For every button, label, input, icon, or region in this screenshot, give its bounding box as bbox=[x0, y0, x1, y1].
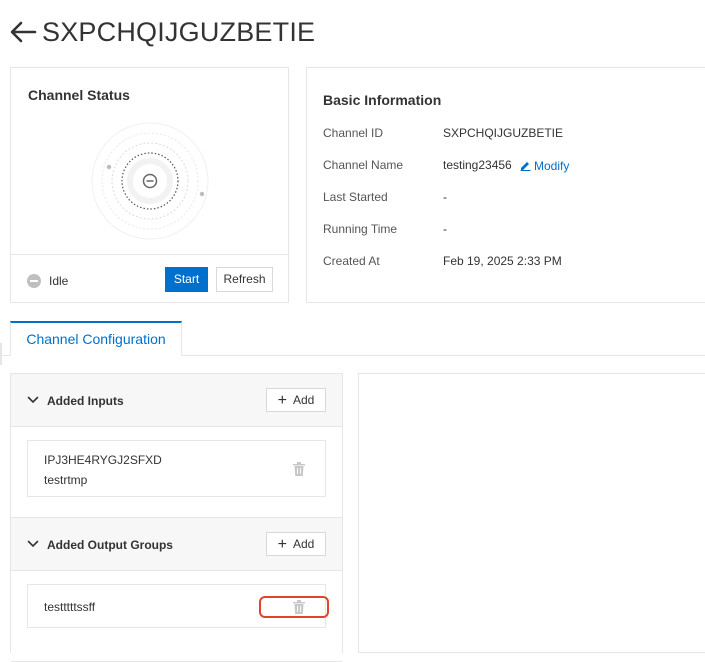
idle-status-icon bbox=[27, 274, 41, 288]
channel-status-card: Channel Status Idle Start Refresh bbox=[10, 67, 289, 303]
basic-info-card: Basic Information Channel ID SXPCHQIJGUZ… bbox=[306, 67, 705, 303]
running-time-value: - bbox=[443, 222, 447, 236]
chevron-down-icon[interactable] bbox=[27, 538, 39, 550]
added-inputs-list: IPJ3HE4RYGJ2SFXD testrtmp bbox=[11, 426, 342, 518]
channel-name-value: testing23456 bbox=[443, 158, 512, 172]
status-label: Idle bbox=[49, 274, 69, 288]
edit-icon bbox=[520, 162, 531, 171]
arrow-left-icon[interactable] bbox=[8, 19, 38, 45]
channel-status-title: Channel Status bbox=[28, 87, 130, 103]
add-output-group-button[interactable]: + Add bbox=[266, 532, 326, 556]
last-started-value: - bbox=[443, 190, 447, 204]
channel-id-label: Channel ID bbox=[323, 126, 384, 140]
plus-icon: + bbox=[277, 392, 287, 409]
running-time-label: Running Time bbox=[323, 222, 398, 236]
input-item: IPJ3HE4RYGJ2SFXD testrtmp bbox=[27, 440, 326, 497]
modify-label: Modify bbox=[534, 159, 570, 173]
created-at-label: Created At bbox=[323, 254, 380, 268]
add-input-button[interactable]: + Add bbox=[266, 388, 326, 412]
added-inputs-header[interactable]: Added Inputs + Add bbox=[11, 374, 342, 426]
modify-link[interactable]: Modify bbox=[520, 159, 569, 173]
basic-info-title: Basic Information bbox=[323, 92, 442, 108]
added-inputs-title: Added Inputs bbox=[47, 394, 124, 408]
chevron-down-icon[interactable] bbox=[27, 394, 39, 406]
channel-id-value: SXPCHQIJGUZBETIE bbox=[443, 126, 564, 140]
added-output-groups-header[interactable]: Added Output Groups + Add bbox=[11, 518, 342, 570]
output-group-name: testttttssff bbox=[44, 600, 96, 614]
status-radar-icon bbox=[91, 122, 209, 240]
left-edge-marker bbox=[0, 343, 2, 365]
page-title: SXPCHQIJGUZBETIE bbox=[42, 17, 316, 47]
tab-label: Channel Configuration bbox=[26, 331, 166, 347]
trash-icon[interactable] bbox=[293, 462, 305, 476]
plus-icon: + bbox=[277, 536, 287, 553]
added-output-groups-title: Added Output Groups bbox=[47, 538, 173, 552]
input-id: IPJ3HE4RYGJ2SFXD bbox=[44, 453, 162, 467]
status-divider bbox=[11, 254, 288, 255]
add-output-group-label: Add bbox=[292, 537, 315, 551]
created-at-value: Feb 19, 2025 2:33 PM bbox=[443, 254, 562, 268]
channel-name-label: Channel Name bbox=[323, 158, 404, 172]
tab-channel-configuration[interactable]: Channel Configuration bbox=[10, 321, 182, 356]
config-detail-panel bbox=[358, 373, 705, 653]
refresh-button[interactable]: Refresh bbox=[216, 267, 273, 292]
add-input-label: Add bbox=[292, 393, 315, 407]
delete-highlight-box bbox=[259, 596, 329, 618]
input-name: testrtmp bbox=[44, 473, 88, 487]
last-started-label: Last Started bbox=[323, 190, 388, 204]
start-button[interactable]: Start bbox=[165, 267, 208, 292]
